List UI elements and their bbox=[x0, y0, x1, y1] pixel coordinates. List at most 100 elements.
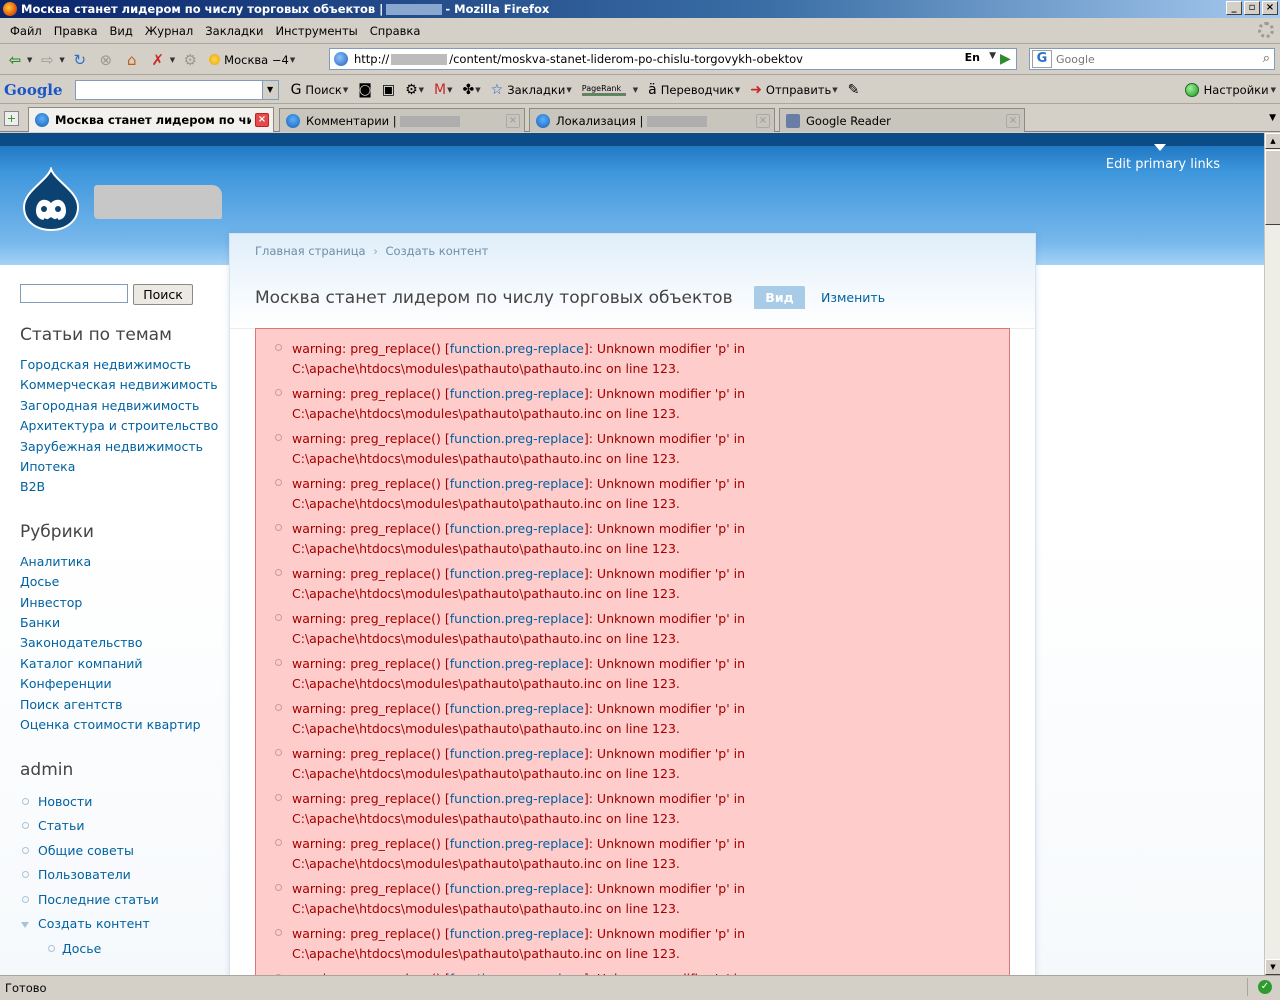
chevron-down-icon[interactable]: ▼ bbox=[832, 86, 837, 94]
addon-icon[interactable]: ✗ bbox=[147, 49, 169, 71]
topic-link[interactable]: Зарубежная недвижимость bbox=[20, 437, 220, 457]
topic-link[interactable]: B2B bbox=[20, 477, 220, 497]
rubric-link[interactable]: Поиск агентств bbox=[20, 695, 220, 715]
function-preg-replace-link[interactable]: function.preg-replace bbox=[450, 656, 584, 671]
puzzle-button[interactable]: ✤ ▼ bbox=[463, 82, 481, 98]
topic-link[interactable]: Коммерческая недвижимость bbox=[20, 375, 220, 395]
close-button[interactable]: × bbox=[1262, 1, 1278, 15]
bookmarks-button[interactable]: ☆ Закладки ▼ bbox=[491, 82, 572, 98]
chevron-down-icon[interactable]: ▼ bbox=[735, 86, 740, 94]
topic-link[interactable]: Городская недвижимость bbox=[20, 355, 220, 375]
tab-comments[interactable]: Комментарии | × bbox=[279, 108, 525, 132]
function-preg-replace-link[interactable]: function.preg-replace bbox=[450, 386, 584, 401]
close-tab-icon[interactable]: × bbox=[756, 113, 770, 128]
scroll-up-icon[interactable]: ▲ bbox=[1265, 133, 1280, 149]
menu-view[interactable]: Вид bbox=[104, 24, 139, 38]
rubric-link[interactable]: Каталог компаний bbox=[20, 654, 220, 674]
url-bar[interactable]: http:// /content/moskva-stanet-liderom-p… bbox=[329, 48, 1017, 70]
function-preg-replace-link[interactable]: function.preg-replace bbox=[450, 566, 584, 581]
topic-link[interactable]: Ипотека bbox=[20, 457, 220, 477]
sidebar-search-button[interactable]: Поиск bbox=[133, 284, 193, 305]
back-arrow-icon[interactable]: ⇦ bbox=[4, 49, 26, 71]
drupal-logo-icon[interactable] bbox=[22, 167, 80, 231]
function-preg-replace-link[interactable]: function.preg-replace bbox=[450, 341, 584, 356]
chevron-down-icon[interactable]: ▼ bbox=[261, 80, 278, 99]
google-engine-icon[interactable]: G bbox=[1032, 50, 1052, 68]
rubric-link[interactable]: Оценка стоимости квартир bbox=[20, 715, 220, 735]
new-tab-icon[interactable]: + bbox=[4, 111, 19, 126]
weather-widget[interactable]: Москва −4 ▼ bbox=[209, 53, 295, 67]
admin-link[interactable]: Последние статьи bbox=[20, 888, 220, 913]
tab-google-reader[interactable]: Google Reader × bbox=[779, 108, 1025, 132]
function-preg-replace-link[interactable]: function.preg-replace bbox=[450, 791, 584, 806]
chevron-down-icon[interactable]: ▼ bbox=[633, 86, 638, 94]
news-button[interactable]: ▣ bbox=[382, 82, 395, 98]
close-tab-icon[interactable]: × bbox=[506, 113, 520, 128]
scroll-down-icon[interactable]: ▼ bbox=[1265, 959, 1280, 975]
url-history-dropdown-icon[interactable]: ▼ bbox=[989, 51, 996, 61]
topic-link[interactable]: Загородная недвижимость bbox=[20, 396, 220, 416]
tab-view[interactable]: Вид bbox=[754, 286, 805, 309]
chevron-down-icon[interactable]: ▼ bbox=[447, 86, 452, 94]
function-preg-replace-link[interactable]: function.preg-replace bbox=[450, 926, 584, 941]
rubric-link[interactable]: Инвестор bbox=[20, 593, 220, 613]
stop-icon[interactable]: ⊗ bbox=[95, 49, 117, 71]
chevron-down-icon[interactable]: ▼ bbox=[475, 86, 480, 94]
menu-bookmarks[interactable]: Закладки bbox=[199, 24, 269, 38]
function-preg-replace-link[interactable]: function.preg-replace bbox=[450, 746, 584, 761]
scroll-thumb[interactable] bbox=[1265, 150, 1280, 225]
admin-link[interactable]: Новости bbox=[20, 790, 220, 815]
admin-sublink[interactable]: Досье bbox=[20, 937, 220, 962]
rubric-link[interactable]: Аналитика bbox=[20, 552, 220, 572]
rubric-link[interactable]: Банки bbox=[20, 613, 220, 633]
function-preg-replace-link[interactable]: function.preg-replace bbox=[450, 521, 584, 536]
admin-link[interactable]: Общие советы bbox=[20, 839, 220, 864]
menu-history[interactable]: Журнал bbox=[139, 24, 199, 38]
search-icon[interactable]: ⌕ bbox=[1263, 51, 1270, 66]
tab-localization[interactable]: Локализация | × bbox=[529, 108, 775, 132]
back-dropdown-icon[interactable]: ▼ bbox=[27, 56, 32, 64]
tab-list-dropdown-icon[interactable]: ▼ bbox=[1269, 113, 1276, 123]
gear-icon[interactable]: ⚙ bbox=[179, 49, 201, 71]
admin-link[interactable]: Статьи bbox=[20, 814, 220, 839]
function-preg-replace-link[interactable]: function.preg-replace bbox=[450, 701, 584, 716]
edit-primary-links-link[interactable]: Edit primary links bbox=[1106, 144, 1220, 172]
menu-file[interactable]: Файл bbox=[4, 24, 48, 38]
menu-edit[interactable]: Правка bbox=[48, 24, 104, 38]
chevron-down-icon[interactable]: ▼ bbox=[566, 86, 571, 94]
menu-tools[interactable]: Инструменты bbox=[269, 24, 363, 38]
forward-arrow-icon[interactable]: ⇨ bbox=[36, 49, 58, 71]
home-icon[interactable]: ⌂ bbox=[121, 49, 143, 71]
tab-moskva[interactable]: Москва станет лидером по чис... × bbox=[28, 107, 274, 132]
rubric-link[interactable]: Досье bbox=[20, 572, 220, 592]
search-engine-box[interactable]: G Google ⌕ bbox=[1029, 48, 1275, 70]
forward-dropdown-icon[interactable]: ▼ bbox=[59, 56, 64, 64]
rubric-link[interactable]: Законодательство bbox=[20, 633, 220, 653]
send-button[interactable]: ➜ Отправить ▼ bbox=[750, 82, 837, 98]
topic-link[interactable]: Архитектура и строительство bbox=[20, 416, 220, 436]
google-search-button[interactable]: G Поиск ▼ bbox=[291, 82, 349, 98]
breadcrumb-create-link[interactable]: Создать контент bbox=[386, 244, 489, 258]
close-tab-icon[interactable]: × bbox=[255, 113, 269, 127]
options-button[interactable]: ⚙ ▼ bbox=[405, 82, 424, 98]
function-preg-replace-link[interactable]: function.preg-replace bbox=[450, 431, 584, 446]
function-preg-replace-link[interactable]: function.preg-replace bbox=[450, 836, 584, 851]
function-preg-replace-link[interactable]: function.preg-replace bbox=[450, 881, 584, 896]
sidebar-search-input[interactable] bbox=[20, 284, 128, 303]
menu-help[interactable]: Справка bbox=[364, 24, 427, 38]
weather-dropdown-icon[interactable]: ▼ bbox=[290, 56, 295, 64]
rss-button[interactable]: ◙ bbox=[358, 82, 372, 98]
translator-button[interactable]: ä Переводчик ▼ bbox=[648, 82, 740, 98]
maximize-button[interactable]: ▫ bbox=[1244, 1, 1260, 15]
addon-dropdown-icon[interactable]: ▼ bbox=[170, 56, 175, 64]
admin-link[interactable]: Пользователи bbox=[20, 863, 220, 888]
tab-edit[interactable]: Изменить bbox=[821, 290, 885, 305]
chevron-down-icon[interactable]: ▼ bbox=[419, 86, 424, 94]
rubric-link[interactable]: Конференции bbox=[20, 674, 220, 694]
admin-link-expanded[interactable]: Создать контент bbox=[20, 912, 220, 937]
google-settings-button[interactable]: Настройки ▼ bbox=[1184, 82, 1276, 97]
function-preg-replace-link[interactable]: function.preg-replace bbox=[450, 611, 584, 626]
function-preg-replace-link[interactable]: function.preg-replace bbox=[450, 476, 584, 491]
chevron-down-icon[interactable]: ▼ bbox=[343, 86, 348, 94]
close-tab-icon[interactable]: × bbox=[1006, 113, 1020, 128]
